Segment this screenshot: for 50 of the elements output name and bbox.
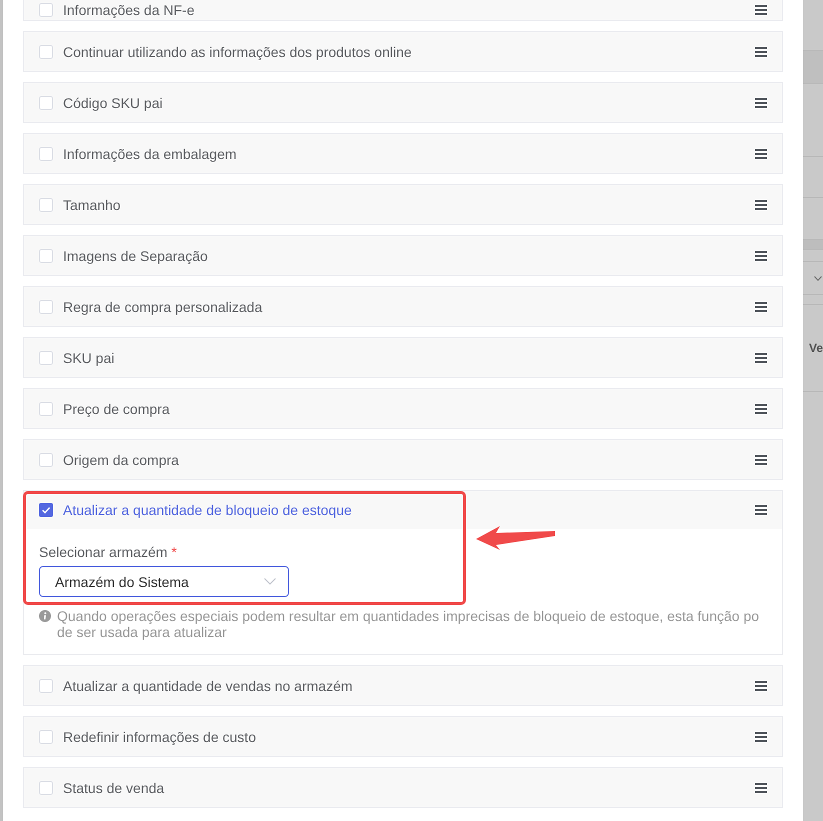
checkbox[interactable] <box>39 198 53 212</box>
drag-handle-icon[interactable] <box>755 352 767 362</box>
option-label: Código SKU pai <box>63 94 163 110</box>
checkbox[interactable] <box>39 452 53 466</box>
checkbox[interactable] <box>39 678 53 692</box>
option-label: Imagens de Separação <box>63 248 208 264</box>
option-label: Origem da compra <box>63 452 179 468</box>
drag-handle-icon[interactable] <box>755 782 767 792</box>
drag-handle-icon[interactable] <box>755 148 767 158</box>
option-label: Tamanho <box>63 196 121 212</box>
option-label: Informações da NF-e <box>63 2 194 18</box>
hint-text: Quando operações especiais podem resultar em quantidades imprecisas de bloqueio de estoque, esta função pode ser usada para atualizar <box>57 608 760 640</box>
drag-handle-icon[interactable] <box>755 250 767 260</box>
required-mark: * <box>171 544 177 560</box>
checkbox[interactable] <box>39 730 53 744</box>
drag-handle-icon[interactable] <box>755 200 767 210</box>
field-label: Selecionar armazém <box>39 544 168 560</box>
option-label: Status de venda <box>63 780 164 796</box>
checkbox[interactable] <box>39 96 53 110</box>
drag-handle-icon[interactable] <box>755 46 767 56</box>
warehouse-select[interactable]: Armazém do Sistema <box>39 566 289 597</box>
option-label: Atualizar a quantidade de vendas no armazém <box>63 678 353 694</box>
info-icon <box>39 610 51 622</box>
drag-handle-icon[interactable] <box>755 404 767 414</box>
option-label: Preço de compra <box>63 400 170 416</box>
option-label: Atualizar a quantidade de bloqueio de estoque <box>63 502 352 518</box>
drag-handle-icon[interactable] <box>755 505 767 515</box>
checkbox[interactable] <box>39 300 53 314</box>
option-label: SKU pai <box>63 350 114 366</box>
option-label: Redefinir informações de custo <box>63 728 256 744</box>
column-header-fragment: Ve <box>809 341 823 355</box>
option-label: Informações da embalagem <box>63 146 237 162</box>
checkbox[interactable] <box>39 3 53 17</box>
drag-handle-icon[interactable] <box>755 454 767 464</box>
checkbox[interactable] <box>39 780 53 794</box>
chevron-down-icon <box>264 578 276 585</box>
checkbox[interactable] <box>39 146 53 160</box>
checkbox[interactable] <box>39 503 53 517</box>
checkbox[interactable] <box>39 402 53 416</box>
option-label: Regra de compra personalizada <box>63 298 262 314</box>
chevron-down-icon <box>814 276 822 280</box>
drag-handle-icon[interactable] <box>755 98 767 108</box>
option-label: Continuar utilizando as informações dos produtos online <box>63 44 412 60</box>
drag-handle-icon[interactable] <box>755 732 767 742</box>
drag-handle-icon[interactable] <box>755 302 767 312</box>
drag-handle-icon[interactable] <box>755 680 767 690</box>
checkbox[interactable] <box>39 248 53 262</box>
checkbox[interactable] <box>39 44 53 58</box>
checkbox[interactable] <box>39 350 53 364</box>
drag-handle-icon[interactable] <box>755 5 767 15</box>
